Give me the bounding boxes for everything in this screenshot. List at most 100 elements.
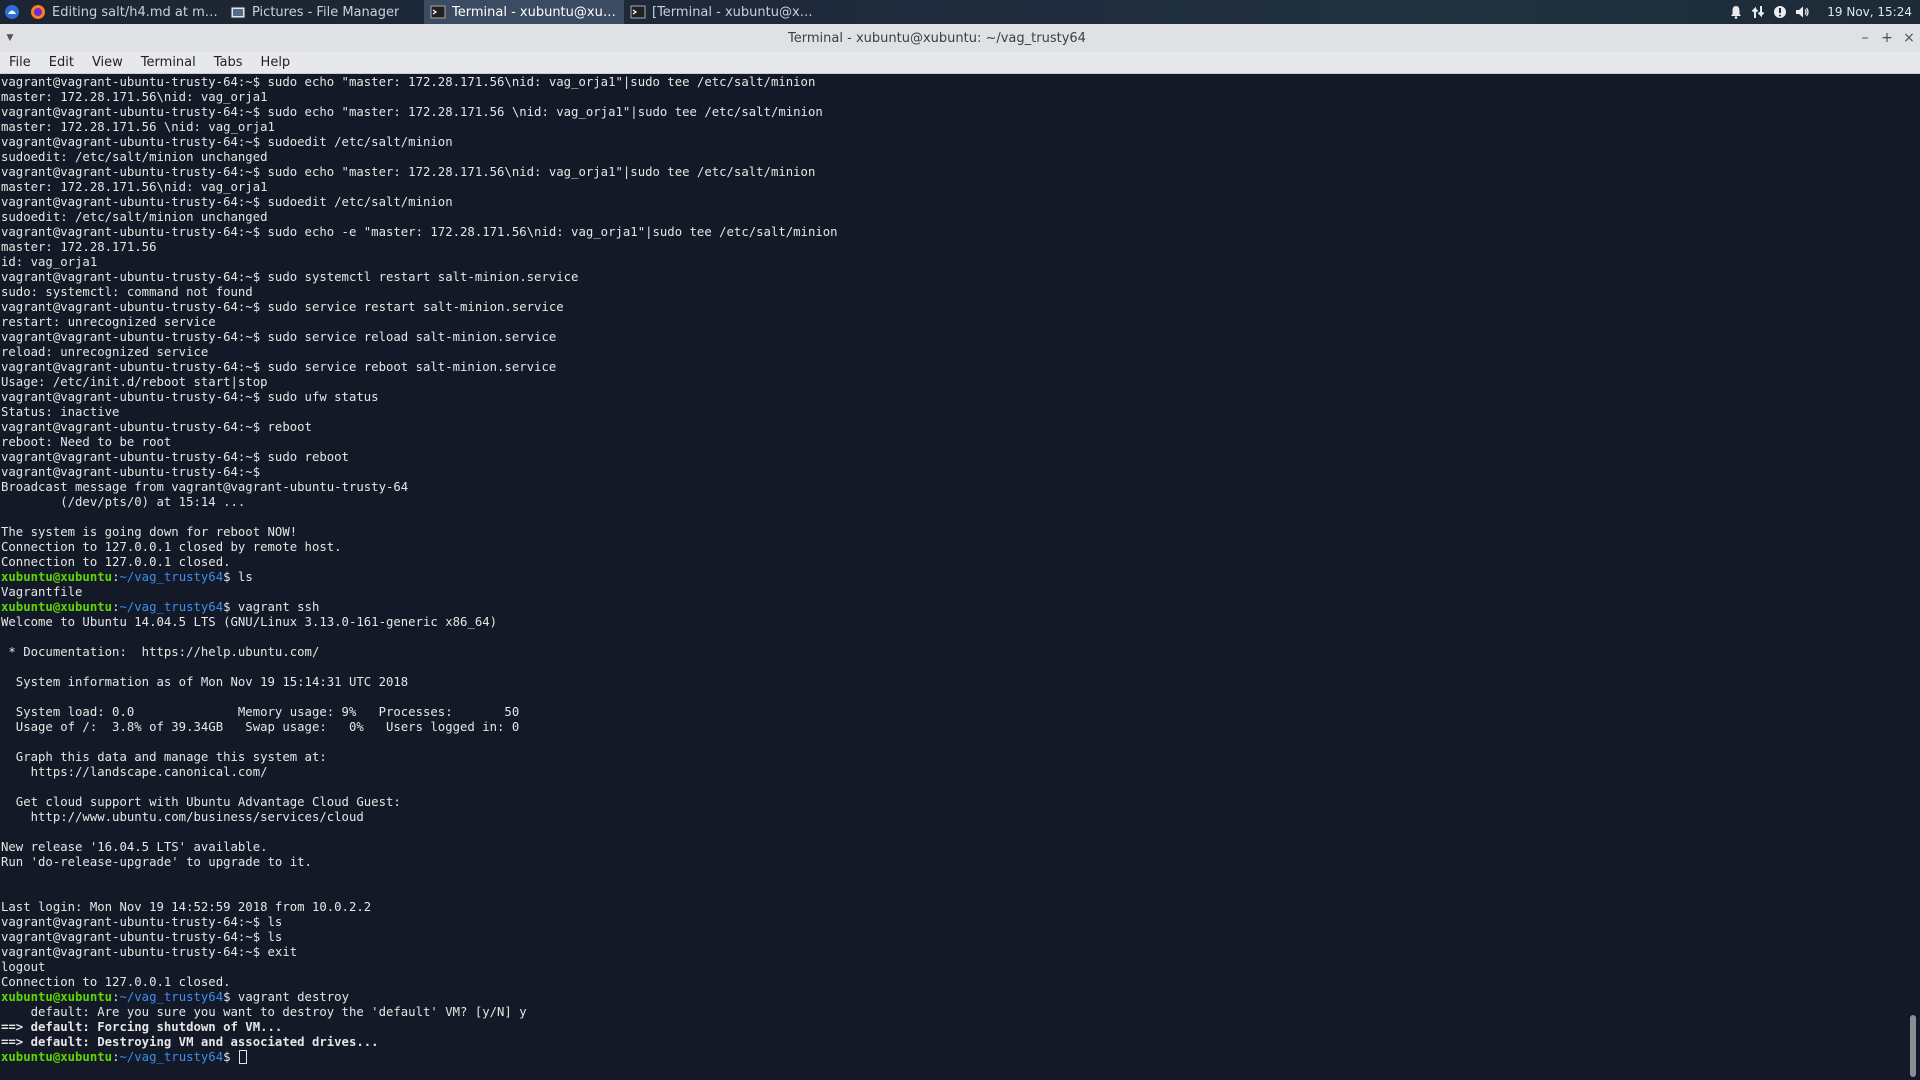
terminal-line: vagrant@vagrant-ubuntu-trusty-64:~$ sudo… (1, 105, 823, 119)
terminal-line: id: vag_orja1 (1, 255, 98, 269)
terminal-line: vagrant@vagrant-ubuntu-trusty-64:~$ ls (1, 930, 283, 944)
terminal-line: Connection to 127.0.0.1 closed. (1, 555, 231, 569)
prompt-user: xubuntu@xubuntu (1, 600, 113, 614)
network-icon[interactable] (1747, 0, 1769, 24)
terminal-line: xubuntu@xubuntu:~/vag_trusty64$ vagrant … (1, 600, 1906, 615)
terminal-line: vagrant@vagrant-ubuntu-trusty-64:~$ ls (1, 915, 283, 929)
terminal-line: vagrant@vagrant-ubuntu-trusty-64:~$ sudo… (1, 270, 579, 284)
terminal-line: * Documentation: https://help.ubuntu.com… (1, 645, 320, 659)
terminal-line: Get cloud support with Ubuntu Advantage … (1, 795, 401, 809)
command-text: $ ls (223, 570, 253, 584)
taskbar-task[interactable]: Pictures - File Manager (224, 0, 424, 24)
terminal-line: vagrant@vagrant-ubuntu-trusty-64:~$ sudo… (1, 75, 816, 89)
terminal-line: reboot: Need to be root (1, 435, 172, 449)
prompt-path: ~/vag_trusty64 (119, 990, 224, 1004)
terminal-line: vagrant@vagrant-ubuntu-trusty-64:~$ sudo… (1, 165, 816, 179)
tasklist: Editing salt/h4.md at master ... Pictures… (24, 0, 824, 24)
terminal-line: Last login: Mon Nov 19 14:52:59 2018 fro… (1, 900, 372, 914)
terminal-line: sudoedit: /etc/salt/minion unchanged (1, 150, 268, 164)
minimize-button[interactable]: – (1854, 30, 1876, 46)
terminal-line: Status: inactive (1, 405, 120, 419)
maximize-button[interactable]: + (1876, 30, 1898, 46)
terminal-line: vagrant@vagrant-ubuntu-trusty-64:~$ rebo… (1, 420, 312, 434)
terminal-line: master: 172.28.171.56 \nid: vag_orja1 (1, 120, 275, 134)
terminal-line: System information as of Mon Nov 19 15:1… (1, 675, 409, 689)
taskbar-task-label: [Terminal - xubuntu@xubunt... (652, 4, 818, 20)
terminal-line: xubuntu@xubuntu:~/vag_trusty64$ vagrant … (1, 990, 1906, 1005)
taskbar-task[interactable]: Editing salt/h4.md at master ... (24, 0, 224, 24)
window-menu-icon[interactable]: ▼ (0, 33, 20, 43)
terminal-line: The system is going down for reboot NOW! (1, 525, 298, 539)
prompt-path: ~/vag_trusty64 (119, 570, 224, 584)
terminal-line: vagrant@vagrant-ubuntu-trusty-64:~$ sudo… (1, 300, 564, 314)
menu-help[interactable]: Help (252, 52, 300, 74)
top-panel: Editing salt/h4.md at master ... Pictures… (0, 0, 1920, 24)
terminal-line: master: 172.28.171.56\nid: vag_orja1 (1, 180, 268, 194)
terminal-output[interactable]: vagrant@vagrant-ubuntu-trusty-64:~$ sudo… (0, 75, 1906, 1080)
file-manager-icon (230, 4, 246, 20)
terminal-line: default: Are you sure you want to destro… (1, 1005, 527, 1019)
taskbar-task[interactable]: [Terminal - xubuntu@xubunt... (624, 0, 824, 24)
prompt-path: ~/vag_trusty64 (119, 600, 224, 614)
scrollbar[interactable] (1906, 75, 1920, 1080)
terminal-line: reload: unrecognized service (1, 345, 209, 359)
command-text: $ vagrant ssh (223, 600, 320, 614)
terminal-line: Connection to 127.0.0.1 closed. (1, 975, 231, 989)
menu-file[interactable]: File (0, 52, 40, 74)
prompt-user: xubuntu@xubuntu (1, 570, 113, 584)
terminal-line: sudoedit: /etc/salt/minion unchanged (1, 210, 268, 224)
terminal-line: vagrant@vagrant-ubuntu-trusty-64:~$ sudo… (1, 225, 838, 239)
command-text: $ (223, 1050, 238, 1064)
taskbar-task-label: Editing salt/h4.md at master ... (52, 4, 218, 20)
terminal-icon (630, 4, 646, 20)
terminal-line: sudo: systemctl: command not found (1, 285, 253, 299)
window-titlebar[interactable]: ▼ Terminal - xubuntu@xubuntu: ~/vag_trus… (0, 24, 1920, 52)
menu-edit[interactable]: Edit (40, 52, 83, 74)
volume-icon[interactable] (1791, 0, 1813, 24)
terminal-icon (430, 4, 446, 20)
applications-menu-icon[interactable] (0, 0, 24, 24)
terminal-line: Graph this data and manage this system a… (1, 750, 327, 764)
terminal-cursor (238, 1050, 247, 1064)
terminal-line: https://landscape.canonical.com/ (1, 765, 268, 779)
bell-icon[interactable] (1725, 0, 1747, 24)
command-text: $ vagrant destroy (223, 990, 349, 1004)
terminal-line: Run 'do-release-upgrade' to upgrade to i… (1, 855, 312, 869)
terminal-line: Usage: /etc/init.d/reboot start|stop (1, 375, 268, 389)
terminal-line: Vagrantfile (1, 585, 83, 599)
terminal-line: vagrant@vagrant-ubuntu-trusty-64:~$ sudo… (1, 450, 349, 464)
terminal-line: vagrant@vagrant-ubuntu-trusty-64:~$ sudo… (1, 360, 557, 374)
window-title: Terminal - xubuntu@xubuntu: ~/vag_trusty… (788, 30, 1086, 46)
menu-terminal[interactable]: Terminal (132, 52, 205, 74)
menu-view[interactable]: View (83, 52, 132, 74)
terminal-line: vagrant@vagrant-ubuntu-trusty-64:~$ sudo… (1, 195, 453, 209)
close-button[interactable]: × (1898, 30, 1920, 46)
terminal-line: System load: 0.0 Memory usage: 9% Proces… (1, 705, 520, 719)
update-icon[interactable] (1769, 0, 1791, 24)
terminal-line: vagrant@vagrant-ubuntu-trusty-64:~$ sudo… (1, 135, 453, 149)
terminal-line: Usage of /: 3.8% of 39.34GB Swap usage: … (1, 720, 520, 734)
terminal-line: logout (1, 960, 46, 974)
terminal-line: (/dev/pts/0) at 15:14 ... (1, 495, 246, 509)
terminal-line: master: 172.28.171.56 (1, 240, 157, 254)
prompt-user: xubuntu@xubuntu (1, 1050, 113, 1064)
prompt-user: xubuntu@xubuntu (1, 990, 113, 1004)
prompt-path: ~/vag_trusty64 (119, 1050, 224, 1064)
terminal-line: http://www.ubuntu.com/business/services/… (1, 810, 364, 824)
firefox-icon (30, 4, 46, 20)
taskbar-task[interactable]: Terminal - xubuntu@xubuntu... (424, 0, 624, 24)
terminal-line: New release '16.04.5 LTS' available. (1, 840, 268, 854)
taskbar-task-label: Terminal - xubuntu@xubuntu... (452, 4, 618, 20)
terminal-line: vagrant@vagrant-ubuntu-trusty-64:~$ exit (1, 945, 298, 959)
scrollbar-thumb[interactable] (1910, 1015, 1916, 1077)
clock[interactable]: 19 Nov, 15:24 (1813, 5, 1920, 19)
terminal-line: Connection to 127.0.0.1 closed by remote… (1, 540, 342, 554)
menu-tabs[interactable]: Tabs (205, 52, 252, 74)
